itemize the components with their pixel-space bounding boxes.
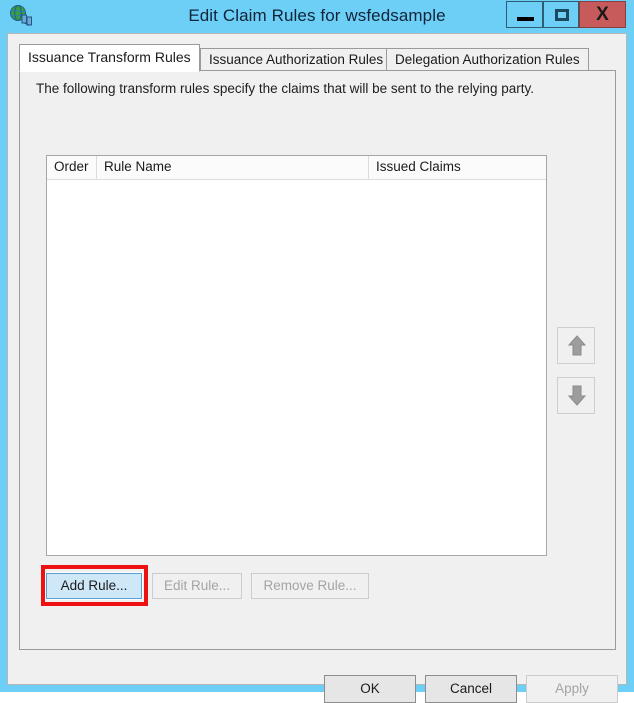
apply-button: Apply bbox=[526, 675, 618, 703]
close-button[interactable]: X bbox=[579, 1, 626, 28]
panel-description: The following transform rules specify th… bbox=[36, 81, 534, 96]
move-up-arrow-icon bbox=[567, 335, 587, 356]
cancel-button[interactable]: Cancel bbox=[425, 675, 517, 703]
add-rule-button[interactable]: Add Rule... bbox=[45, 572, 143, 600]
minimize-button[interactable] bbox=[506, 1, 543, 28]
dialog-window: Edit Claim Rules for wsfedsample X Issua… bbox=[0, 0, 634, 703]
column-header-order[interactable]: Order bbox=[47, 156, 97, 179]
maximize-icon bbox=[555, 9, 569, 21]
tab-strip: Issuance Transform Rules Issuance Author… bbox=[19, 44, 595, 72]
tab-issuance-authorization-rules[interactable]: Issuance Authorization Rules bbox=[200, 48, 393, 71]
title-bar: Edit Claim Rules for wsfedsample X bbox=[0, 0, 634, 33]
minimize-icon bbox=[517, 17, 534, 21]
column-header-rule-name[interactable]: Rule Name bbox=[97, 156, 369, 179]
rules-list-body[interactable] bbox=[47, 180, 546, 555]
tab-issuance-transform-rules[interactable]: Issuance Transform Rules bbox=[19, 44, 200, 72]
maximize-button[interactable] bbox=[543, 1, 579, 28]
remove-rule-button: Remove Rule... bbox=[251, 573, 369, 599]
dialog-body: Issuance Transform Rules Issuance Author… bbox=[7, 33, 627, 703]
edit-rule-button: Edit Rule... bbox=[152, 573, 242, 599]
column-header-issued-claims[interactable]: Issued Claims bbox=[369, 156, 546, 179]
rules-list[interactable]: Order Rule Name Issued Claims bbox=[46, 155, 547, 556]
tab-delegation-authorization-rules[interactable]: Delegation Authorization Rules bbox=[386, 48, 589, 71]
ok-button[interactable]: OK bbox=[324, 675, 416, 703]
move-up-button[interactable] bbox=[557, 327, 595, 364]
move-down-arrow-icon bbox=[567, 385, 587, 406]
list-header-row: Order Rule Name Issued Claims bbox=[47, 156, 546, 180]
close-icon: X bbox=[596, 4, 609, 25]
move-down-button[interactable] bbox=[557, 377, 595, 414]
